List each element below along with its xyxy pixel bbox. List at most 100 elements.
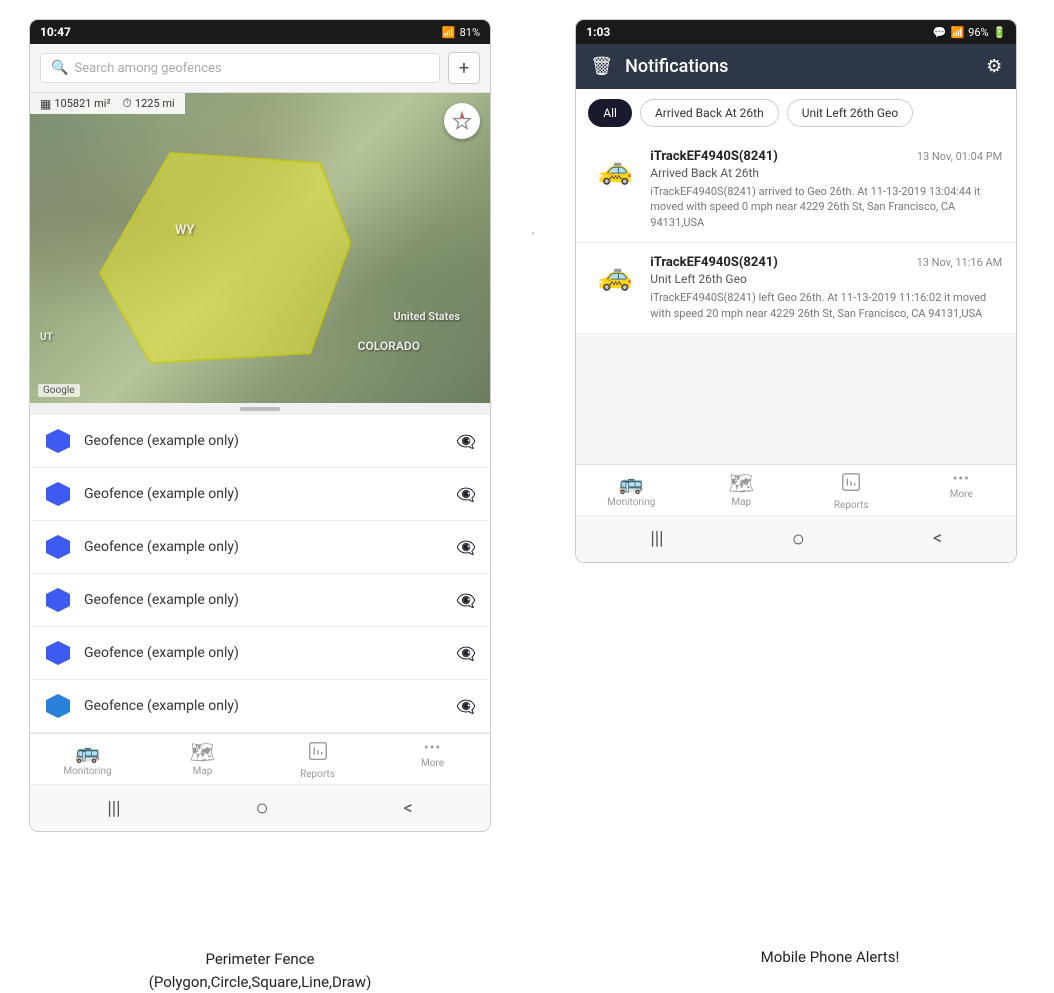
clock-icon: ⏱ (123, 96, 132, 111)
list-item[interactable]: Geofence (example only) 👁‍🗨 (30, 574, 490, 627)
geofence-name: Geofence (example only) (84, 486, 444, 502)
area-value: 105821 mi² (54, 97, 110, 110)
android-back-btn-r[interactable]: < (933, 528, 942, 549)
android-home-btn[interactable]: ○ (255, 795, 268, 821)
right-phone: 1:03 💬 📶 96% 🔋 🗑 Notifications ⚙ All Arr… (576, 20, 1016, 930)
status-bar-right: 1:03 💬 📶 96% 🔋 (576, 20, 1016, 44)
geofence-shape-icon (44, 692, 72, 720)
distance-value: 1225 mi (135, 97, 175, 110)
list-item[interactable]: Geofence (example only) 👁‍🗨 (30, 415, 490, 468)
wifi-icon: 📶 (442, 26, 456, 39)
distance-stat: ⏱ 1225 mi (123, 96, 175, 111)
reports-icon-r (840, 471, 862, 498)
more-icon: ••• (424, 740, 441, 756)
nav-map-r[interactable]: 🗺 Map (716, 471, 766, 511)
caption-right: Mobile Phone Alerts! (610, 948, 1050, 993)
map-stats-bar: ▦ 105821 mi² ⏱ 1225 mi (30, 93, 185, 114)
nav-monitoring[interactable]: 🚌 Monitoring (63, 740, 113, 780)
android-menu-btn[interactable]: ||| (107, 798, 120, 819)
eye-off-icon[interactable]: 👁‍🗨 (456, 697, 476, 716)
phone-frame-left: 10:47 📶 81% 🔍 Search among geofences + (30, 20, 490, 831)
android-menu-btn-r[interactable]: ||| (650, 528, 663, 549)
notif-time-2: 13 Nov, 11:16 AM (917, 256, 1003, 269)
geofence-name: Geofence (example only) (84, 645, 444, 661)
notification-item-1[interactable]: 🚕 iTrackEF4940S(8241) 13 Nov, 01:04 PM A… (576, 137, 1016, 243)
list-item[interactable]: Geofence (example only) 👁‍🗨 (30, 680, 490, 733)
android-nav-left: ||| ○ < (30, 784, 490, 831)
settings-icon[interactable]: ⚙ (986, 56, 1002, 77)
hatch-icon: ▦ (40, 97, 51, 111)
phone-frame-right: 1:03 💬 📶 96% 🔋 🗑 Notifications ⚙ All Arr… (576, 20, 1016, 562)
eye-off-icon[interactable]: 👁‍🗨 (456, 644, 476, 663)
caption-left: Perimeter Fence(Polygon,Circle,Square,Li… (30, 948, 490, 993)
nav-reports-r[interactable]: Reports (826, 471, 876, 511)
monitoring-icon: 🚌 (75, 740, 100, 764)
notif-detail-2: iTrackEF4940S(8241) left Geo 26th. At 11… (650, 290, 1002, 321)
nav-reports[interactable]: Reports (293, 740, 343, 780)
eye-off-icon[interactable]: 👁‍🗨 (456, 538, 476, 557)
scroll-indicator (30, 403, 490, 415)
geofence-name: Geofence (example only) (84, 539, 444, 555)
time-right: 1:03 (586, 25, 610, 39)
map-area[interactable]: ▦ 105821 mi² ⏱ 1225 mi (30, 93, 490, 403)
map-label-colorado: COLORADO (358, 339, 420, 353)
notif-content-2: iTrackEF4940S(8241) 13 Nov, 11:16 AM Uni… (650, 255, 1002, 321)
notifications-header: 🗑 Notifications ⚙ (576, 44, 1016, 89)
notif-time-1: 13 Nov, 01:04 PM (917, 150, 1002, 163)
geofence-name: Geofence (example only) (84, 698, 444, 714)
status-icons-right: 💬 📶 96% 🔋 (933, 26, 1007, 39)
search-input[interactable]: 🔍 Search among geofences (40, 53, 440, 83)
eye-off-icon[interactable]: 👁‍🗨 (456, 591, 476, 610)
caption-right-text: Mobile Phone Alerts! (761, 948, 900, 966)
monitoring-icon-r: 🚌 (619, 471, 644, 495)
time-left: 10:47 (40, 25, 71, 39)
android-nav-right: ||| ○ < (576, 515, 1016, 562)
notification-list: 🚕 iTrackEF4940S(8241) 13 Nov, 01:04 PM A… (576, 137, 1016, 334)
scroll-dot (240, 407, 280, 411)
notifications-title: Notifications (625, 56, 974, 77)
map-label-ut: UT (40, 332, 53, 343)
list-item[interactable]: Geofence (example only) 👁‍🗨 (30, 521, 490, 574)
more-icon-r: ••• (953, 471, 970, 487)
filter-tab-arrived[interactable]: Arrived Back At 26th (640, 99, 779, 127)
list-item[interactable]: Geofence (example only) 👁‍🗨 (30, 627, 490, 680)
signal-left: 81% (460, 26, 480, 39)
add-geofence-button[interactable]: + (448, 52, 480, 84)
nav-monitoring-r[interactable]: 🚌 Monitoring (606, 471, 656, 511)
notif-top-2: iTrackEF4940S(8241) 13 Nov, 11:16 AM (650, 255, 1002, 270)
signal-right: 96% (968, 26, 988, 39)
map-label: Map (193, 766, 213, 777)
nav-more-r[interactable]: ••• More (936, 471, 986, 511)
trash-icon[interactable]: 🗑 (590, 56, 613, 77)
caption-left-text: Perimeter Fence(Polygon,Circle,Square,Li… (149, 950, 372, 991)
filter-tabs: All Arrived Back At 26th Unit Left 26th … (576, 89, 1016, 137)
eye-off-icon[interactable]: 👁‍🗨 (456, 432, 476, 451)
list-item[interactable]: Geofence (example only) 👁‍🗨 (30, 468, 490, 521)
nav-map[interactable]: 🗺 Map (178, 740, 228, 780)
captions: Perimeter Fence(Polygon,Circle,Square,Li… (0, 940, 1054, 993)
compass-button[interactable] (444, 103, 480, 139)
geofence-shape-icon (44, 639, 72, 667)
nav-more[interactable]: ••• More (408, 740, 458, 780)
device-name-1: iTrackEF4940S(8241) (650, 149, 778, 164)
car-icon-2: 🚕 (590, 255, 640, 295)
eye-off-icon[interactable]: 👁‍🗨 (456, 485, 476, 504)
separator: · (530, 20, 536, 248)
search-placeholder: Search among geofences (74, 61, 221, 76)
android-back-btn[interactable]: < (403, 798, 412, 819)
notification-item-2[interactable]: 🚕 iTrackEF4940S(8241) 13 Nov, 11:16 AM U… (576, 243, 1016, 334)
map-label-us: United States (393, 310, 460, 323)
geofence-shape-icon (44, 427, 72, 455)
map-label-wy: WY (175, 223, 194, 238)
geofence-shape-icon (44, 533, 72, 561)
reports-icon (307, 740, 329, 767)
notif-top-1: iTrackEF4940S(8241) 13 Nov, 01:04 PM (650, 149, 1002, 164)
filter-tab-unit-left[interactable]: Unit Left 26th Geo (787, 99, 914, 127)
android-home-btn-r[interactable]: ○ (792, 526, 805, 552)
device-name-2: iTrackEF4940S(8241) (650, 255, 778, 270)
geofence-polygon (90, 143, 370, 373)
wifi-icon-right: 📶 (950, 26, 964, 39)
status-icons-left: 📶 81% (442, 26, 480, 39)
filter-tab-all[interactable]: All (588, 99, 632, 127)
search-icon: 🔍 (51, 60, 68, 76)
